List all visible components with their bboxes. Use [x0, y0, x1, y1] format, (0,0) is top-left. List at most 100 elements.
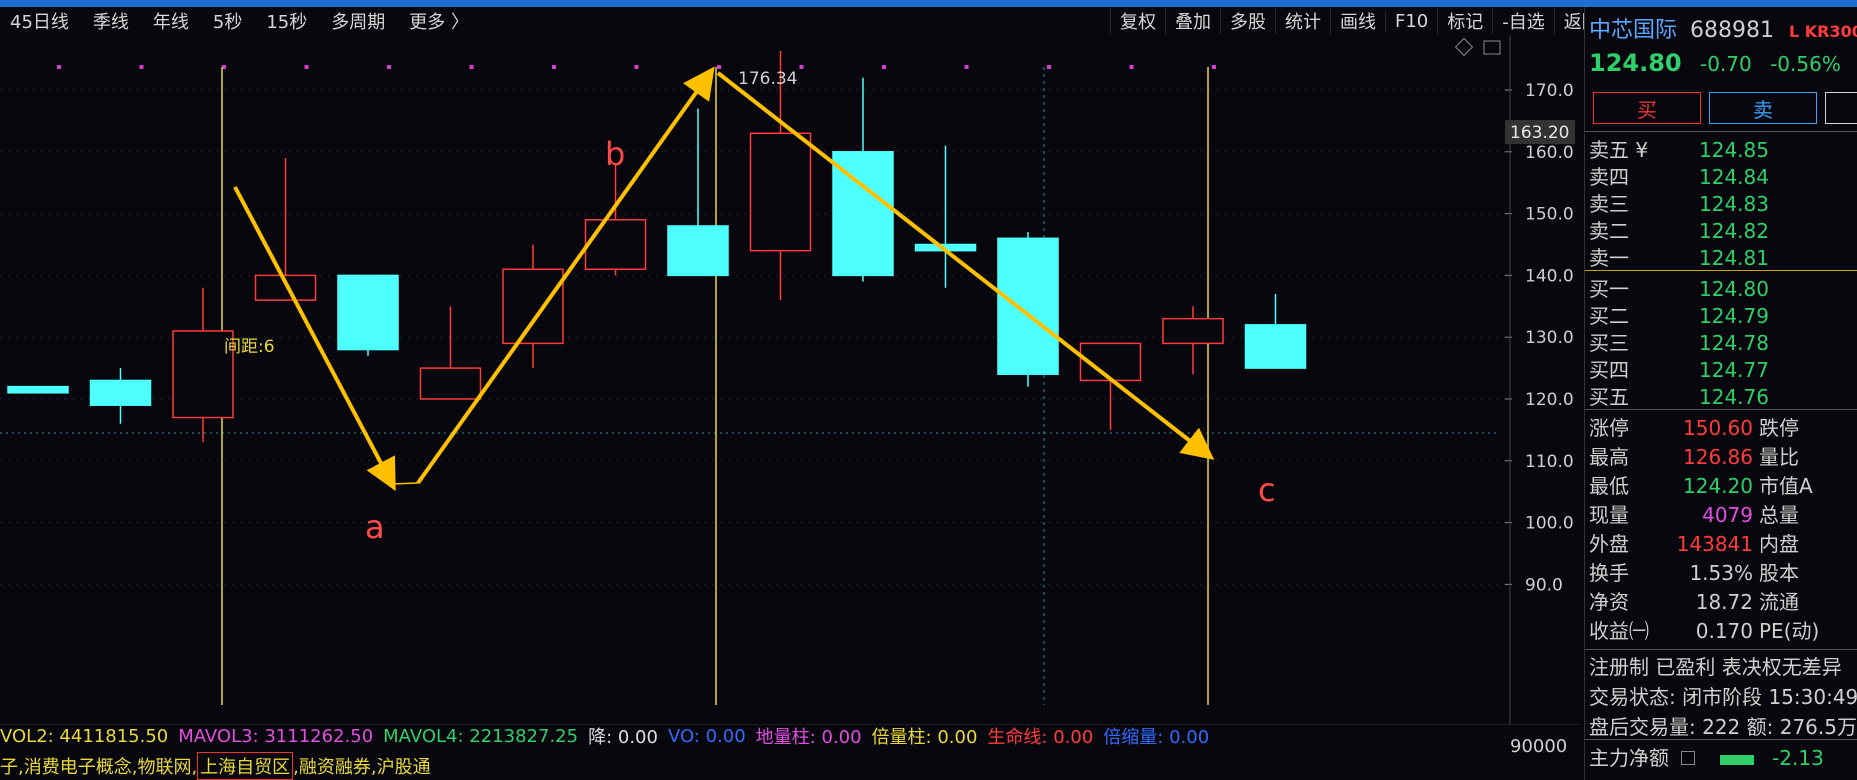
- y-axis-label: 100.0: [1525, 514, 1574, 534]
- top-accent-bar: [0, 0, 1857, 7]
- statistics-button[interactable]: 统计: [1275, 8, 1330, 34]
- candle-body: [584, 219, 647, 270]
- candle-body: [997, 237, 1059, 376]
- y-axis-label: 160.0: [1525, 143, 1574, 163]
- stock-code: 688981: [1690, 18, 1774, 43]
- stat-label: 最低: [1589, 474, 1629, 498]
- bid-label: 买五: [1589, 385, 1629, 409]
- flow-bar: [1719, 755, 1754, 765]
- stat-label: 涨停: [1589, 416, 1629, 440]
- stat-row: 涨停 150.60 跌停: [1589, 412, 1799, 441]
- restore-rights-button[interactable]: 复权: [1110, 8, 1165, 34]
- marker-dot: [552, 65, 556, 69]
- f10-button[interactable]: F10: [1385, 10, 1437, 32]
- concept-tags-before: 子,消费电子概念,物联网,: [0, 757, 198, 778]
- tab-5sec[interactable]: 5秒: [213, 8, 242, 34]
- indicator-value: 倍缩量: 0.00: [1103, 727, 1210, 748]
- bid-label: 买二: [1589, 304, 1629, 328]
- after-hours-volume: 盘后交易量: 222 额: 276.5万: [1589, 715, 1857, 739]
- wave-label: b: [605, 135, 625, 173]
- marker-dot: [717, 65, 721, 69]
- marker-dot: [634, 65, 639, 69]
- ask-row: 卖四 124.84: [1589, 161, 1769, 190]
- marker-dot: [57, 65, 61, 69]
- chart-svg[interactable]: 170.0 160.0 150.0 140.0 130.0 120.0 110.0 100.0…: [0, 35, 1580, 726]
- drawing-button[interactable]: 画线: [1330, 8, 1385, 34]
- stat-value: 4079: [1702, 503, 1753, 527]
- marker-dot: [469, 65, 474, 69]
- tab-quarter[interactable]: 季线: [93, 8, 129, 34]
- ask-row: 卖二 124.82: [1589, 215, 1769, 244]
- stat-label: 换手: [1589, 561, 1629, 585]
- indicator-value: VOL2: 4411815.50: [0, 725, 169, 747]
- buy-button[interactable]: 买: [1593, 92, 1701, 124]
- y-axis-label: 110.0: [1525, 452, 1574, 472]
- candle-body: [419, 367, 482, 400]
- wave-label: c: [1258, 471, 1276, 509]
- bid-row: 买一 124.80: [1589, 273, 1769, 302]
- indicator-value: 倍量柱: 0.00: [871, 727, 978, 748]
- stat-row: 净资 18.72 流通: [1589, 586, 1799, 615]
- divider: [1585, 409, 1857, 410]
- y-axis-label: 120.0: [1525, 390, 1574, 410]
- ask-price: 124.81: [1699, 246, 1769, 270]
- sell-button[interactable]: 卖: [1709, 92, 1817, 124]
- ask-price: 124.83: [1699, 192, 1769, 216]
- concept-tag-highlight[interactable]: 上海自贸区: [197, 752, 294, 780]
- main-flow-value: -2.13: [1772, 746, 1824, 770]
- ask-row: 卖三 124.83: [1589, 188, 1769, 217]
- candle-body: [1162, 317, 1224, 345]
- stat-value: 126.86: [1683, 445, 1753, 469]
- divider: [1585, 739, 1857, 740]
- stat-value: 1.53%: [1689, 561, 1753, 585]
- ask-row: 卖一 124.81: [1589, 242, 1769, 271]
- tab-more[interactable]: 更多 〉: [409, 8, 469, 34]
- stat-label-right: 跌停: [1759, 416, 1799, 440]
- tab-multi-period[interactable]: 多周期: [331, 8, 385, 34]
- cancel-order-button[interactable]: 撤: [1825, 92, 1857, 124]
- divider: [1585, 131, 1857, 132]
- candlestick-chart[interactable]: 170.0 160.0 150.0 140.0 130.0 120.0 110.0 100.0…: [0, 35, 1580, 726]
- indicator-value: 生命线: 0.00: [987, 727, 1094, 748]
- bid-price: 124.80: [1699, 277, 1769, 301]
- stock-title: 中芯国际 688981 L KR300: [1589, 12, 1857, 44]
- stat-label-right: 股本: [1759, 561, 1799, 585]
- price-line: 124.80 -0.70 -0.56%: [1589, 49, 1851, 77]
- marker-dot: [304, 65, 309, 69]
- mark-button[interactable]: 标记: [1437, 8, 1492, 34]
- marker-dot: [1129, 65, 1134, 69]
- bid-row: 买二 124.79: [1589, 300, 1769, 329]
- multi-stock-button[interactable]: 多股: [1220, 8, 1275, 34]
- remove-watchlist-button[interactable]: -自选: [1492, 8, 1554, 34]
- wave-connector: [391, 482, 419, 485]
- tab-year[interactable]: 年线: [153, 8, 189, 34]
- candle-body: [502, 268, 564, 345]
- stat-row: 换手 1.53% 股本: [1589, 557, 1799, 586]
- ask-label: 卖三: [1589, 192, 1629, 216]
- ask-label: 卖五 ¥: [1589, 138, 1649, 162]
- bid-price: 124.77: [1699, 358, 1769, 382]
- last-price: 124.80: [1589, 49, 1682, 77]
- tab-45day[interactable]: 45日线: [10, 8, 69, 34]
- marker-dot: [964, 65, 969, 69]
- price-change-pct: -0.56%: [1770, 52, 1841, 76]
- marker-dot: [1212, 65, 1216, 69]
- bid-label: 买三: [1589, 331, 1629, 355]
- y-axis-label: 170.0: [1525, 81, 1574, 101]
- ask-label: 卖一: [1589, 246, 1629, 270]
- stat-value: 150.60: [1683, 416, 1753, 440]
- list-icon[interactable]: [1681, 751, 1696, 765]
- trade-buttons: 买 卖 撤: [1593, 92, 1857, 124]
- bid-row: 买三 124.78: [1589, 327, 1769, 356]
- stat-label-right: 量比: [1759, 445, 1799, 469]
- overlay-button[interactable]: 叠加: [1165, 8, 1220, 34]
- stat-label: 收益㈠: [1589, 619, 1649, 643]
- y-axis-label: 90.0: [1525, 575, 1563, 595]
- candle-body: [667, 225, 729, 277]
- spacing-label: 间距:6: [224, 337, 275, 357]
- board-info: 注册制 已盈利 表决权无差异: [1589, 655, 1842, 679]
- tab-15sec[interactable]: 15秒: [266, 8, 307, 34]
- current-price-label: 163.20: [1510, 123, 1569, 143]
- chart-toolbar: 复权 叠加 多股 统计 画线 F10 标记 -自选 返回: [1110, 7, 1609, 35]
- marker-dot: [799, 65, 804, 69]
